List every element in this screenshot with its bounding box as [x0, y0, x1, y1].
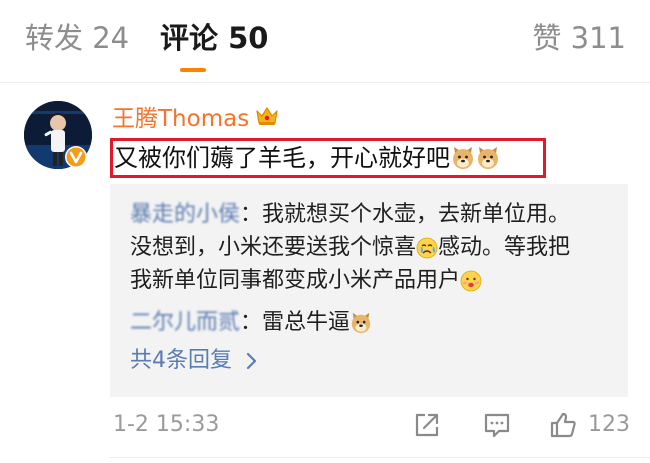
tab-repost[interactable]: 转发 24: [25, 20, 129, 56]
comment-body: 又被你们薅了羊毛，开心就好吧: [114, 144, 450, 172]
reply-username[interactable]: 二尔儿而贰: [130, 306, 240, 340]
comment-text: 又被你们薅了羊毛，开心就好吧: [114, 141, 500, 175]
doge-emoji-icon: [478, 147, 498, 169]
reply-text-segment: 没想到，小米还要送我个惊喜: [130, 235, 417, 260]
more-replies-label: 共4条回复: [130, 348, 232, 373]
chevron-right-icon: [246, 352, 257, 370]
comment-divider: [110, 457, 650, 458]
reply-text: ：我就想买个水壶，去新单位用。: [240, 202, 571, 227]
share-icon[interactable]: [412, 410, 442, 440]
reply-text-line: 没想到，小米还要送我个惊喜 感动。等我把: [130, 231, 570, 265]
like-count: 123: [588, 412, 630, 437]
more-replies-link[interactable]: 共4条回复: [130, 346, 258, 376]
active-tab-indicator: [180, 68, 206, 72]
doge-emoji-icon: [453, 147, 473, 169]
tabs-divider: [0, 82, 650, 83]
crying-emoji-icon: [416, 237, 438, 259]
thumbs-up-icon[interactable]: [548, 410, 578, 440]
comment-meta-row: 1-2 15:33 123: [0, 406, 650, 446]
reply-text-line: 我新单位同事都变成小米产品用户: [130, 264, 482, 298]
reply-text: ：雷总牛逼: [240, 310, 351, 335]
comment-author-name[interactable]: 王腾Thomas: [112, 99, 249, 133]
doge-emoji-icon: [351, 312, 371, 334]
tab-like[interactable]: 赞 311: [532, 20, 626, 56]
comment-icon[interactable]: [482, 410, 512, 440]
verified-v-icon: [65, 146, 87, 168]
kiss-emoji-icon: [460, 270, 482, 292]
reply-text-segment: 感动。等我把: [438, 235, 571, 260]
tab-comment[interactable]: 评论 50: [160, 20, 268, 56]
comment-author-row: 王腾Thomas: [112, 99, 280, 133]
reply-text-segment: 我新单位同事都变成小米产品用户: [130, 268, 461, 293]
comment-tabs: 转发 24 评论 50 赞 311: [0, 0, 650, 80]
reply-item[interactable]: 二尔儿而贰 ：雷总牛逼: [130, 306, 372, 340]
comment-timestamp: 1-2 15:33: [113, 412, 220, 437]
reply-username[interactable]: 暴走的小侯: [130, 198, 240, 232]
crown-icon: [256, 107, 278, 125]
reply-item[interactable]: 暴走的小侯 ：我就想买个水壶，去新单位用。: [130, 198, 570, 232]
